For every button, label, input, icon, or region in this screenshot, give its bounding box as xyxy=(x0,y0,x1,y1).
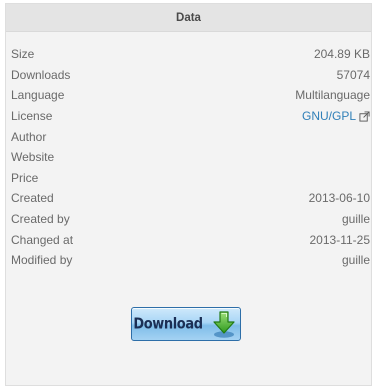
row-created-by: Created by guille xyxy=(6,209,371,230)
row-author: Author xyxy=(6,126,371,147)
download-button[interactable]: Download xyxy=(131,307,241,341)
created-by-value: guille xyxy=(341,212,370,227)
row-changed-at: Changed at 2013-11-25 xyxy=(6,229,371,250)
row-price: Price xyxy=(6,168,371,189)
created-label: Created xyxy=(11,191,54,206)
row-language: Language Multilanguage xyxy=(6,85,371,106)
size-label: Size xyxy=(11,47,35,62)
data-rows: Size 204.89 KB Downloads 57074 Language … xyxy=(6,32,371,271)
created-by-label: Created by xyxy=(11,212,70,227)
row-modified-by: Modified by guille xyxy=(6,250,371,271)
download-arrow-icon[interactable] xyxy=(209,309,239,339)
license-link[interactable]: GNU/GPL xyxy=(302,109,370,123)
changed-at-label: Changed at xyxy=(11,232,74,247)
created-value: 2013-06-10 xyxy=(308,191,370,206)
modified-by-label: Modified by xyxy=(11,253,73,268)
price-label: Price xyxy=(11,170,39,185)
language-label: Language xyxy=(11,88,65,103)
license-label: License xyxy=(11,109,53,124)
panel-title: Data xyxy=(6,4,371,32)
row-license: License GNU/GPL xyxy=(6,106,371,127)
external-link-icon[interactable] xyxy=(359,111,370,122)
website-label: Website xyxy=(11,150,55,165)
row-website: Website xyxy=(6,147,371,168)
license-link-text[interactable]: GNU/GPL xyxy=(302,109,356,123)
size-value: 204.89 KB xyxy=(313,47,370,62)
download-area: Download xyxy=(131,307,241,341)
language-value: Multilanguage xyxy=(295,88,370,103)
author-label: Author xyxy=(11,129,47,144)
row-size: Size 204.89 KB xyxy=(6,44,371,65)
row-created: Created 2013-06-10 xyxy=(6,188,371,209)
row-downloads: Downloads 57074 xyxy=(6,65,371,86)
modified-by-value: guille xyxy=(341,253,370,268)
changed-at-value: 2013-11-25 xyxy=(309,232,371,247)
downloads-label: Downloads xyxy=(11,67,71,82)
download-button-label[interactable]: Download xyxy=(133,315,203,332)
downloads-value: 57074 xyxy=(336,67,370,82)
